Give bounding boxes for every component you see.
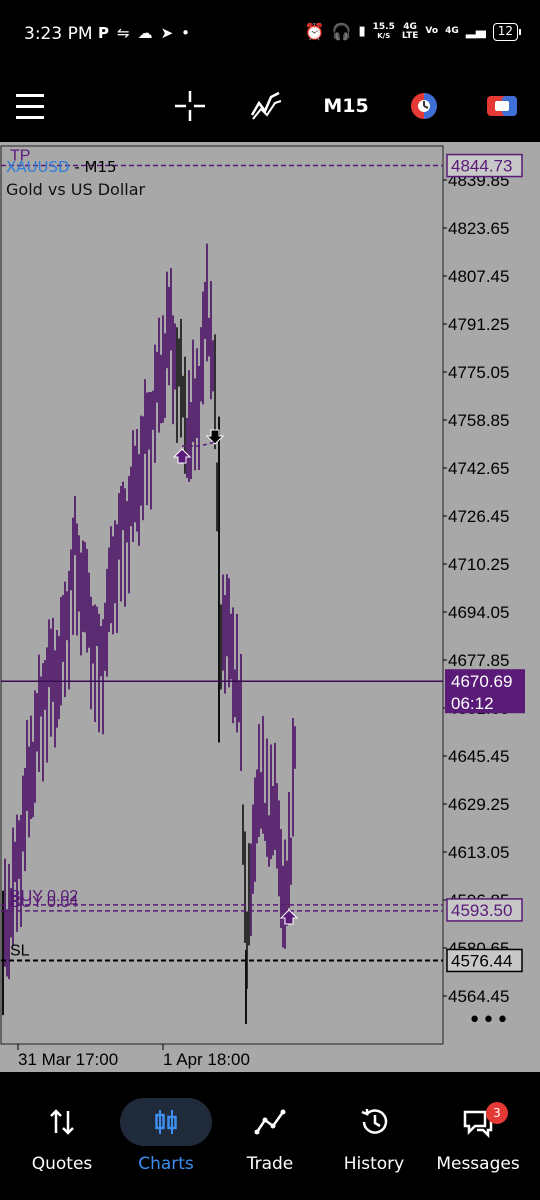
status-time: 3:23 PM — [24, 24, 93, 44]
price-axis-label: 4742.65 — [448, 459, 509, 478]
messages-icon — [428, 1098, 528, 1146]
sl-price-label: 4576.44 — [451, 951, 512, 970]
menu-button[interactable] — [12, 86, 48, 126]
nav-messages[interactable]: 3 Messages — [428, 1098, 528, 1178]
alarm-icon: ⏰ — [304, 22, 325, 41]
telegram-icon: ➤ — [160, 24, 174, 42]
chart-canvas[interactable]: 4839.854823.654807.454791.254775.054758.… — [0, 142, 540, 1072]
price-axis-label: 4791.25 — [448, 315, 509, 334]
price-axis-label: 4823.65 — [448, 219, 509, 238]
p-icon: P — [98, 24, 109, 42]
status-bar: 3:23 PM P ⇋ ☁ ➤ • ⏰ 🎧 ▮ 15.5 K/S 4G LTE … — [0, 0, 540, 70]
price-axis-label: 4758.85 — [448, 411, 509, 430]
chart-type-button[interactable] — [404, 86, 444, 126]
symbol-description: Gold vs US Dollar — [6, 180, 146, 199]
chart-mode-icon — [411, 93, 437, 119]
nav-charts[interactable]: Charts — [116, 1098, 216, 1178]
sim2-network: 4G — [445, 26, 459, 36]
price-axis-label: 4775.05 — [448, 363, 509, 382]
price-axis-label: 4629.25 — [448, 795, 509, 814]
trade-toggle-button[interactable] — [482, 86, 522, 126]
price-axis-label: 4710.25 — [448, 555, 509, 574]
price-axis-label: 4726.45 — [448, 507, 509, 526]
chart-timeframe: M15 — [84, 158, 117, 176]
net-speed: 15.5 K/S — [372, 21, 395, 40]
sl-label: SL — [10, 942, 30, 959]
crosshair-button[interactable] — [170, 86, 210, 126]
price-axis-label: 4677.85 — [448, 651, 509, 670]
nav-trade[interactable]: Trade — [220, 1098, 320, 1178]
buy-price-label: 4593.50 — [451, 901, 512, 920]
menu-line — [16, 115, 44, 119]
share-icon: ⇋ — [117, 24, 130, 42]
arrows-updown-icon — [12, 1098, 112, 1146]
chart-toolbar: M15 — [0, 70, 540, 142]
time-axis-label: 1 Apr 18:00 — [163, 1050, 250, 1069]
price-axis-label: 4564.45 — [448, 987, 509, 1006]
price-axis-label: 4645.45 — [448, 747, 509, 766]
symbol-name: XAUUSD — [6, 158, 70, 176]
candlestick-icon — [116, 1098, 216, 1146]
countdown-label: 06:12 — [451, 694, 494, 713]
nav-quotes[interactable]: Quotes — [12, 1098, 112, 1178]
price-axis-label: 4807.45 — [448, 267, 509, 286]
trend-icon — [220, 1098, 320, 1146]
toggle-icon — [487, 96, 517, 116]
symbol-label: XAUUSD - M15 — [6, 158, 117, 176]
cloud-icon: ☁ — [137, 24, 153, 42]
price-axis-label: 4613.05 — [448, 843, 509, 862]
volte-indicator: Vo — [425, 26, 439, 36]
signal-icon: ▂▄ — [465, 24, 486, 39]
bottom-navigation: Quotes Charts Trade History 3 Messages — [0, 1072, 540, 1200]
current-price-label: 4670.69 — [451, 672, 512, 691]
nav-history[interactable]: History — [324, 1098, 424, 1178]
tp-price-label: 4844.73 — [451, 157, 512, 176]
battery-indicator: 12 — [492, 22, 522, 41]
dot-icon: • — [181, 24, 191, 42]
headphones-icon: 🎧 — [331, 22, 352, 41]
messages-badge: 3 — [486, 1102, 508, 1124]
buy-label-2: BUY 0.04 — [10, 894, 78, 911]
timeframe-selector[interactable]: M15 — [318, 86, 374, 126]
vibrate-icon: ▮ — [358, 24, 366, 39]
sim1-network: 4G LTE — [401, 21, 419, 41]
notification-icons: P ⇋ ☁ ➤ • — [98, 24, 190, 42]
time-axis-label: 31 Mar 17:00 — [18, 1050, 118, 1069]
price-axis-label: 4694.05 — [448, 603, 509, 622]
status-right: ⏰ 🎧 ▮ 15.5 K/S 4G LTE Vo 4G ▂▄ 12 — [304, 21, 522, 41]
indicator-icon — [250, 91, 282, 120]
sell-arrow-icon — [205, 429, 225, 445]
indicators-button[interactable] — [246, 86, 286, 126]
price-chart[interactable]: 4839.85 4823.65 4807.45 4791.25 4775.05 4758.… — [0, 142, 540, 1072]
crosshair-icon — [175, 91, 205, 121]
history-icon — [324, 1098, 424, 1146]
more-options-icon[interactable]: ••• — [468, 1008, 510, 1033]
menu-line — [16, 104, 44, 108]
menu-line — [16, 93, 44, 97]
